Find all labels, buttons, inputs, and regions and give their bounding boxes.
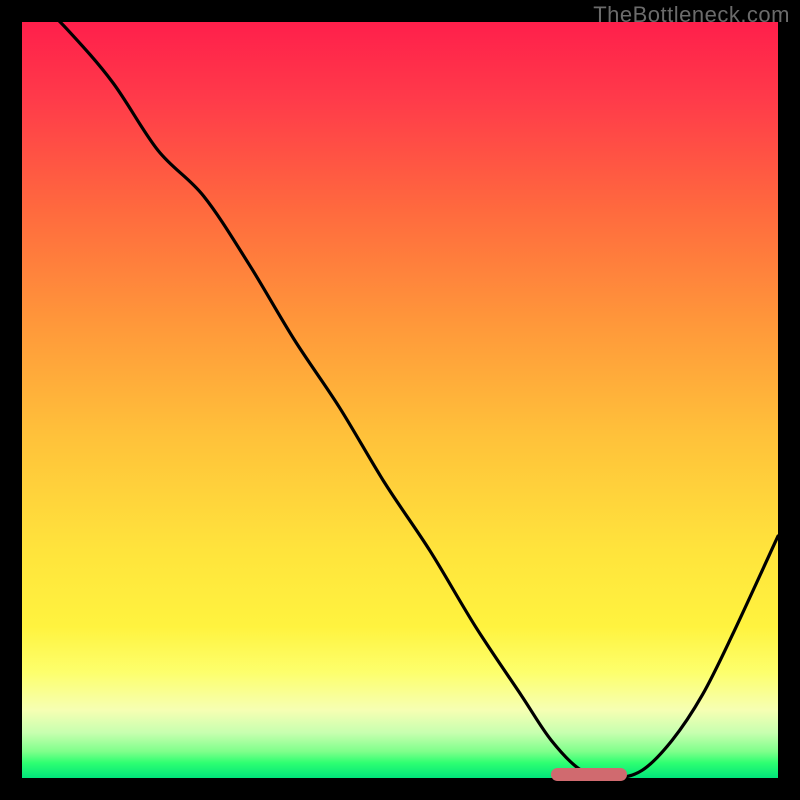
optimal-range-marker	[551, 768, 627, 781]
plot-area	[22, 22, 778, 778]
bottleneck-curve	[22, 22, 778, 778]
chart-frame: TheBottleneck.com	[0, 0, 800, 800]
